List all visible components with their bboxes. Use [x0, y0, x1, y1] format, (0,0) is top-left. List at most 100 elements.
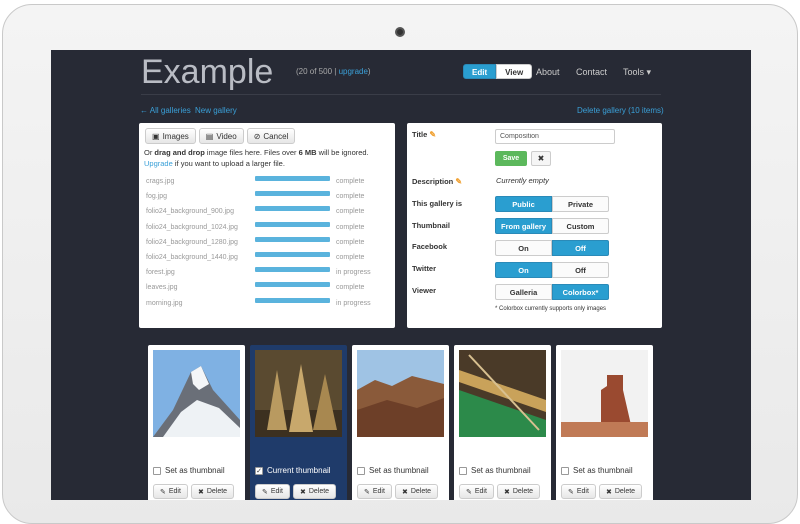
thumbnail-checkbox[interactable]: Set as thumbnail: [561, 466, 633, 475]
edit-item-button[interactable]: ✎ Edit: [357, 484, 392, 499]
boat-photo[interactable]: [459, 350, 546, 437]
gallery-item: Set as thumbnail ✎ Edit ✖ Delete: [556, 345, 653, 500]
upload-progress-bar: [255, 267, 330, 273]
save-button[interactable]: Save: [495, 151, 527, 166]
delete-item-button[interactable]: ✖ Delete: [394, 484, 439, 499]
item-actions: ✎ Edit ✖ Delete: [255, 484, 337, 499]
facebook-label: Facebook: [412, 242, 448, 251]
file-name: folio24_background_1440.jpg: [146, 254, 238, 261]
viewer-toggle: Galleria Colorbox*: [495, 284, 609, 300]
haystacks-photo[interactable]: [255, 350, 342, 437]
upload-progress-bar: [255, 221, 330, 227]
nav-about[interactable]: About: [536, 67, 560, 77]
title-input[interactable]: [495, 129, 615, 144]
thumbnail-toggle: From gallery Custom: [495, 218, 609, 234]
twitter-option[interactable]: Off: [552, 262, 609, 278]
upload-file-row: leaves.jpg complete: [146, 282, 381, 294]
upload-panel: ▣ Images ▤ Video ⊘ Cancel Or drag and drop …: [139, 123, 395, 328]
visibility-toggle: Public Private: [495, 196, 609, 212]
item-actions: ✎ Edit ✖ Delete: [459, 484, 541, 499]
header-divider: [141, 94, 661, 95]
laptop-frame: Example (20 of 500 | upgrade) Edit View …: [0, 0, 800, 524]
item-actions: ✎ Edit ✖ Delete: [357, 484, 439, 499]
thumbnail-strip: Set as thumbnail ✎ Edit ✖ Delete ✓ Current th…: [148, 345, 653, 500]
close-icon: ✖: [605, 488, 612, 496]
delete-gallery-link[interactable]: Delete gallery (10 items): [577, 106, 664, 115]
edit-icon: ✎: [568, 488, 574, 496]
viewer-option[interactable]: Colorbox*: [552, 284, 609, 300]
canyon-photo[interactable]: [357, 350, 444, 437]
edit-item-button[interactable]: ✎ Edit: [153, 484, 188, 499]
delete-item-button[interactable]: ✖ Delete: [598, 484, 643, 499]
nav-tools[interactable]: Tools ▾: [623, 67, 651, 78]
facebook-option[interactable]: Off: [552, 240, 609, 256]
file-name: folio24_background_1024.jpg: [146, 223, 238, 231]
upload-progress-bar: [255, 252, 330, 257]
file-status: in progress: [336, 269, 371, 277]
thumbnail-checkbox[interactable]: Set as thumbnail: [357, 466, 429, 475]
facebook-option[interactable]: On: [495, 240, 552, 256]
all-galleries-link[interactable]: ← All galleries: [140, 106, 191, 115]
gallery-is-option[interactable]: Private: [552, 196, 609, 212]
edit-icon: ✎: [262, 488, 268, 496]
mountain-photo[interactable]: [153, 350, 240, 437]
video-button[interactable]: ▤ Video: [198, 128, 244, 144]
upload-file-row: folio24_background_1440.jpg complete: [146, 252, 381, 264]
file-status: complete: [336, 193, 365, 201]
thumbnail-check-label: Set as thumbnail: [573, 466, 633, 475]
file-status: complete: [336, 208, 365, 216]
viewer-option[interactable]: Galleria: [495, 284, 552, 300]
butte-photo[interactable]: [561, 350, 648, 437]
cancel-title-button[interactable]: ✖: [531, 151, 551, 166]
file-name: folio24_background_900.jpg: [146, 208, 234, 216]
checkbox-icon[interactable]: [357, 466, 365, 475]
close-icon: ✖: [503, 488, 510, 496]
upload-instructions: Or drag and drop image files here. Files…: [144, 148, 369, 168]
gallery-item: Set as thumbnail ✎ Edit ✖ Delete: [352, 345, 449, 500]
checkbox-icon[interactable]: [459, 466, 467, 475]
edit-icon: ✎: [364, 488, 370, 496]
viewer-label: Viewer: [412, 286, 437, 295]
edit-item-button[interactable]: ✎ Edit: [459, 484, 494, 499]
cancel-upload-button[interactable]: ⊘ Cancel: [246, 128, 296, 144]
item-actions: ✎ Edit ✖ Delete: [153, 484, 235, 499]
images-button[interactable]: ▣ Images: [145, 128, 196, 144]
edit-item-button[interactable]: ✎ Edit: [561, 484, 596, 499]
gallery-is-option[interactable]: Public: [495, 196, 552, 212]
delete-item-button[interactable]: ✖ Delete: [190, 484, 235, 499]
gallery-is-label: This gallery is: [412, 199, 463, 208]
thumbnail-checkbox[interactable]: ✓ Current thumbnail: [255, 466, 331, 475]
edit-mode-button[interactable]: Edit: [463, 64, 497, 79]
twitter-option[interactable]: On: [495, 262, 552, 278]
pencil-icon[interactable]: ✎: [455, 177, 462, 186]
checkbox-icon[interactable]: ✓: [255, 466, 263, 475]
thumbnail-check-label: Set as thumbnail: [369, 466, 429, 475]
pencil-icon[interactable]: ✎: [429, 130, 436, 139]
file-status: complete: [336, 284, 365, 292]
nav-contact[interactable]: Contact: [576, 67, 607, 77]
thumbnail-checkbox[interactable]: Set as thumbnail: [459, 466, 531, 475]
file-name: folio24_background_1280.jpg: [146, 238, 238, 246]
new-gallery-link[interactable]: New gallery: [195, 106, 237, 115]
edit-item-button[interactable]: ✎ Edit: [255, 484, 290, 499]
delete-item-button[interactable]: ✖ Delete: [292, 484, 337, 499]
delete-item-button[interactable]: ✖ Delete: [496, 484, 541, 499]
upload-progress-bar: [255, 191, 330, 197]
file-name: forest.jpg: [146, 269, 175, 277]
upgrade-link[interactable]: upgrade: [339, 67, 368, 76]
gallery-count: (20 of 500 | upgrade): [296, 67, 371, 76]
twitter-toggle: On Off: [495, 262, 609, 278]
thumbnail-option[interactable]: Custom: [552, 218, 609, 234]
thumbnail-option[interactable]: From gallery: [495, 218, 552, 234]
colorbox-note: * Colorbox currently supports only image…: [495, 306, 607, 312]
gallery-item: Set as thumbnail ✎ Edit ✖ Delete: [148, 345, 245, 500]
thumbnail-checkbox[interactable]: Set as thumbnail: [153, 466, 225, 475]
close-icon: ✖: [299, 488, 306, 496]
view-mode-button[interactable]: View: [496, 64, 533, 79]
upgrade-inline-link[interactable]: Upgrade: [144, 159, 173, 168]
upload-progress-bar: [255, 206, 330, 212]
checkbox-icon[interactable]: [561, 466, 569, 475]
description-value: Currently empty: [496, 176, 549, 185]
checkbox-icon[interactable]: [153, 466, 161, 475]
upload-file-row: fog.jpg complete: [146, 191, 381, 203]
